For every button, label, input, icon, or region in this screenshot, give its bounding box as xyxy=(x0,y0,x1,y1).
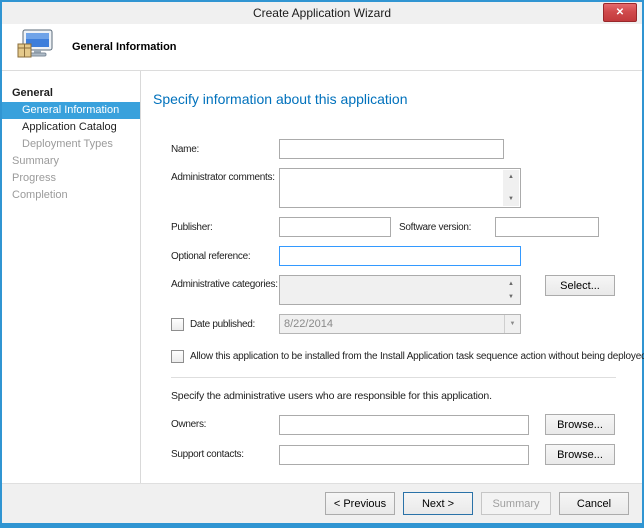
name-input[interactable] xyxy=(279,139,504,159)
optional-reference-input[interactable] xyxy=(279,246,521,266)
administrative-categories-field: ▲ ▼ xyxy=(279,275,521,305)
close-button[interactable]: ✕ xyxy=(603,3,637,22)
calendar-dropdown-icon: ▼ xyxy=(510,321,516,327)
administrator-comments-field: ▲ ▼ xyxy=(279,168,521,208)
support-contacts-input[interactable] xyxy=(279,445,529,465)
administrative-categories-label: Administrative categories: xyxy=(171,275,279,290)
scroll-up-icon[interactable]: ▲ xyxy=(503,170,519,184)
page-title: Specify information about this applicati… xyxy=(153,91,628,107)
owners-label: Owners: xyxy=(171,419,279,430)
general-information-form: Name: Administrator comments: ▲ ▼ xyxy=(171,139,628,465)
titlebar: Create Application Wizard ✕ xyxy=(2,2,642,24)
allow-install-row: Allow this application to be installed f… xyxy=(171,350,628,363)
previous-button[interactable]: < Previous xyxy=(325,492,395,515)
summary-button: Summary xyxy=(481,492,551,515)
section-divider xyxy=(171,377,616,378)
software-version-label: Software version: xyxy=(399,222,495,233)
support-contacts-row: Support contacts: Browse... xyxy=(171,444,628,465)
date-published-checkbox[interactable] xyxy=(171,318,184,331)
footer-bar: < Previous Next > Summary Cancel xyxy=(2,483,642,523)
software-version-input[interactable] xyxy=(495,217,599,237)
sidebar-item-completion: Completion xyxy=(2,187,140,204)
owners-browse-button[interactable]: Browse... xyxy=(545,414,615,435)
administrative-categories-input[interactable] xyxy=(280,276,520,304)
date-dropdown-button[interactable]: ▼ xyxy=(504,315,520,333)
close-icon: ✕ xyxy=(616,8,624,18)
administrator-comments-label: Administrator comments: xyxy=(171,168,279,183)
administrative-categories-row: Administrative categories: ▲ ▼ Select... xyxy=(171,275,628,305)
create-application-wizard-window: Create Application Wizard ✕ General Info… xyxy=(0,0,644,528)
date-published-label-cell: Date published: xyxy=(171,318,279,331)
support-contacts-label: Support contacts: xyxy=(171,449,279,460)
administrator-comments-input[interactable] xyxy=(280,169,520,207)
sidebar: General General Information Application … xyxy=(2,71,141,483)
optional-reference-row: Optional reference: xyxy=(171,246,628,266)
scroll-down-icon[interactable]: ▼ xyxy=(503,290,519,303)
header-title: General Information xyxy=(72,41,177,53)
allow-install-checkbox[interactable] xyxy=(171,350,184,363)
select-button[interactable]: Select... xyxy=(545,275,615,296)
support-contacts-browse-button[interactable]: Browse... xyxy=(545,444,615,465)
next-button[interactable]: Next > xyxy=(403,492,473,515)
cancel-button[interactable]: Cancel xyxy=(559,492,629,515)
date-published-field: ▼ xyxy=(279,314,521,334)
administrator-comments-row: Administrator comments: ▲ ▼ xyxy=(171,168,628,208)
owners-row: Owners: Browse... xyxy=(171,414,628,435)
date-published-label: Date published: xyxy=(190,319,255,330)
window-title: Create Application Wizard xyxy=(253,6,391,20)
date-published-row: Date published: ▼ xyxy=(171,314,628,334)
owners-input[interactable] xyxy=(279,415,529,435)
scroll-down-icon[interactable]: ▼ xyxy=(503,192,519,206)
wizard-computer-icon xyxy=(16,29,56,66)
sidebar-item-general-information[interactable]: General Information xyxy=(2,102,140,119)
date-published-input[interactable] xyxy=(280,318,504,330)
allow-install-label: Allow this application to be installed f… xyxy=(190,351,644,362)
publisher-label: Publisher: xyxy=(171,222,279,233)
optional-reference-label: Optional reference: xyxy=(171,251,279,262)
publisher-row: Publisher: Software version: xyxy=(171,217,628,237)
sidebar-item-progress: Progress xyxy=(2,170,140,187)
name-label: Name: xyxy=(171,144,279,155)
sidebar-item-summary: Summary xyxy=(2,153,140,170)
sidebar-item-general[interactable]: General xyxy=(2,85,140,102)
scrollbar[interactable]: ▲ ▼ xyxy=(503,277,519,303)
scrollbar[interactable]: ▲ ▼ xyxy=(503,170,519,206)
scroll-up-icon[interactable]: ▲ xyxy=(503,277,519,290)
wizard-body: General General Information Application … xyxy=(2,71,642,483)
name-row: Name: xyxy=(171,139,628,159)
main-panel: Specify information about this applicati… xyxy=(141,71,642,483)
sidebar-item-application-catalog[interactable]: Application Catalog xyxy=(2,119,140,136)
sidebar-item-deployment-types: Deployment Types xyxy=(2,136,140,153)
administrative-users-note: Specify the administrative users who are… xyxy=(171,390,628,402)
wizard-header: General Information xyxy=(2,24,642,71)
publisher-input[interactable] xyxy=(279,217,391,237)
